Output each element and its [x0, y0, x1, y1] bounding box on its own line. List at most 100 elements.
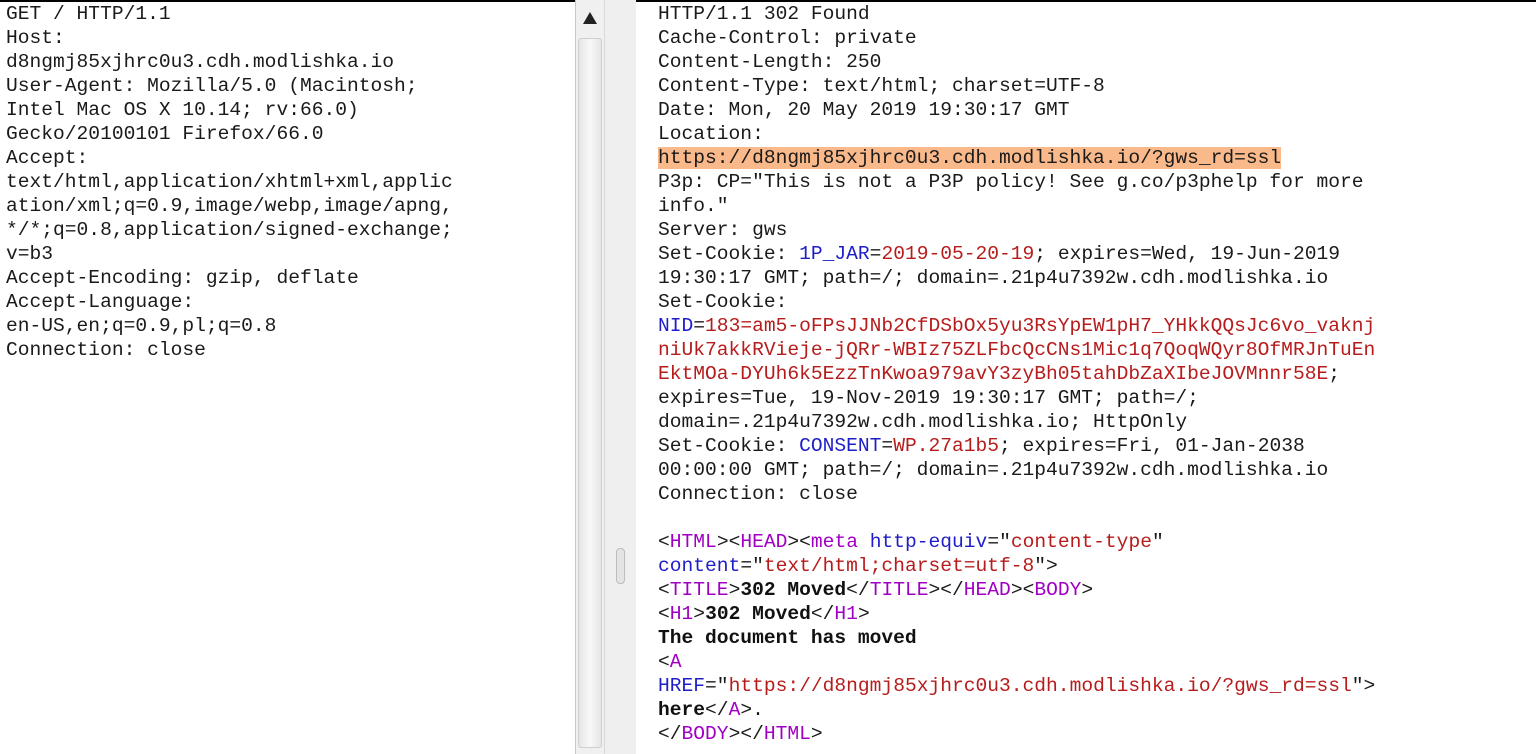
request-line: */*;q=0.8,application/signed-exchange;: [6, 219, 453, 241]
response-token: <: [658, 651, 670, 673]
response-token: </: [705, 699, 729, 721]
request-line: Accept:: [6, 147, 89, 169]
response-token: ; expires=Fri, 01-Jan-2038: [999, 435, 1305, 457]
response-token: text/html;charset=utf-8: [763, 555, 1035, 577]
response-token: H1: [834, 603, 858, 625]
request-line: v=b3: [6, 243, 54, 265]
response-token: HEAD: [740, 531, 788, 553]
response-line: HREF="https://d8ngmj85xjhrc0u3.cdh.modli…: [658, 675, 1375, 697]
response-token: expires=Tue, 19-Nov-2019 19:30:17 GMT; p…: [658, 387, 1199, 409]
response-line: </BODY></HTML>: [658, 723, 823, 745]
request-line: Accept-Encoding: gzip, deflate: [6, 267, 359, 289]
response-token: BODY: [681, 723, 729, 745]
response-line: <A: [658, 651, 682, 673]
response-token: domain=.21p4u7392w.cdh.modlishka.io; Htt…: [658, 411, 1188, 433]
response-line: 19:30:17 GMT; path=/; domain=.21p4u7392w…: [658, 267, 1328, 289]
response-token: NID: [658, 315, 694, 337]
response-line: Set-Cookie: 1P_JAR=2019-05-20-19; expire…: [658, 243, 1340, 265]
response-token: content-type: [1010, 531, 1152, 553]
response-token: >: [693, 603, 706, 625]
response-token: here: [658, 699, 706, 721]
request-line: User-Agent: Mozilla/5.0 (Macintosh;: [6, 75, 418, 97]
response-line: <HTML><HEAD><meta http-equiv="content-ty…: [658, 531, 1164, 553]
response-line: Content-Type: text/html; charset=UTF-8: [658, 75, 1105, 97]
response-token: A: [728, 699, 741, 721]
request-scrollbar[interactable]: [575, 0, 605, 754]
request-line: ation/xml;q=0.9,image/webp,image/apng,: [6, 195, 453, 217]
response-token: niUk7akkRVieje-jQRr-WBIz75ZLFbcQcCNs1Mic…: [658, 339, 1376, 361]
response-token: Set-Cookie:: [658, 291, 788, 313]
request-pane[interactable]: GET / HTTP/1.1 Host: d8ngmj85xjhrc0u3.cd…: [0, 0, 575, 754]
request-line: Host:: [6, 27, 65, 49]
response-line: <TITLE>302 Moved</TITLE></HEAD><BODY>: [658, 579, 1093, 601]
response-token: Connection: close: [658, 483, 858, 505]
request-line: en-US,en;q=0.9,pl;q=0.8: [6, 315, 277, 337]
response-token: 19:30:17 GMT; path=/; domain=.21p4u7392w…: [658, 267, 1329, 289]
response-token: Cache-Control: private: [658, 27, 917, 49]
response-token: 2019-05-20-19: [881, 243, 1035, 265]
response-token: Set-Cookie:: [658, 243, 800, 265]
response-line: https://d8ngmj85xjhrc0u3.cdh.modlishka.i…: [658, 147, 1282, 169]
response-token: HREF: [658, 675, 706, 697]
response-pane[interactable]: HTTP/1.1 302 Found Cache-Control: privat…: [636, 0, 1536, 754]
response-token: https://d8ngmj85xjhrc0u3.cdh.modlishka.i…: [728, 675, 1352, 697]
response-token: H1: [669, 603, 694, 625]
response-token: HTML: [763, 723, 811, 745]
response-line: Cache-Control: private: [658, 27, 917, 49]
request-text: GET / HTTP/1.1 Host: d8ngmj85xjhrc0u3.cd…: [0, 0, 575, 362]
request-line: Connection: close: [6, 339, 206, 361]
response-token: <: [658, 531, 670, 553]
response-token: 1P_JAR: [799, 243, 870, 265]
response-token: HTML: [669, 531, 717, 553]
response-line: Set-Cookie:: [658, 291, 787, 313]
response-text: HTTP/1.1 302 Found Cache-Control: privat…: [636, 2, 1536, 746]
response-line: Connection: close: [658, 483, 858, 505]
response-token: P3p: CP="This is not a P3P policy! See g…: [658, 171, 1364, 193]
response-line: niUk7akkRVieje-jQRr-WBIz75ZLFbcQcCNs1Mic…: [658, 339, 1375, 361]
response-line: content="text/html;charset=utf-8">: [658, 555, 1058, 577]
response-token: ">: [1351, 675, 1376, 697]
response-token: The document has moved: [658, 627, 917, 649]
response-token: HTTP/1.1 302 Found: [658, 3, 870, 25]
response-token: ></: [928, 579, 964, 601]
response-token: </: [810, 603, 835, 625]
response-token: Server: gws: [658, 219, 788, 241]
response-token: ></: [728, 723, 764, 745]
response-token: Date: Mon, 20 May 2019 19:30:17 GMT: [658, 99, 1070, 121]
response-token: ><: [787, 531, 811, 553]
response-token: <: [658, 603, 670, 625]
response-token: ><: [1010, 579, 1035, 601]
pane-divider[interactable]: [605, 0, 636, 754]
response-token: 183=am5-oFPsJJNb2CfDSbOx5yu3RsYpEW1pH7_Y…: [705, 315, 1376, 337]
response-line: EktMOa-DYUh6k5EzzTnKwoa979avY3zyBh05tahD…: [658, 363, 1340, 385]
response-token: =": [705, 675, 729, 697]
response-token: http-equiv: [869, 531, 988, 553]
scroll-up-button[interactable]: [580, 4, 600, 32]
response-token: [858, 531, 870, 553]
response-line: expires=Tue, 19-Nov-2019 19:30:17 GMT; p…: [658, 387, 1199, 409]
response-line: P3p: CP="This is not a P3P policy! See g…: [658, 171, 1364, 193]
response-token: info.": [658, 195, 729, 217]
response-token: ><: [716, 531, 741, 553]
response-token: content: [658, 555, 741, 577]
request-line: Intel Mac OS X 10.14; rv:66.0): [6, 99, 359, 121]
request-line: GET / HTTP/1.1: [6, 3, 171, 25]
response-line: <H1>302 Moved</H1>: [658, 603, 870, 625]
highlighted-location-url: https://d8ngmj85xjhrc0u3.cdh.modlishka.i…: [658, 147, 1282, 169]
response-token: WP.27a1b5: [893, 435, 1000, 457]
scroll-thumb[interactable]: [578, 38, 602, 748]
response-line: Location:: [658, 123, 764, 145]
response-token: ">: [1034, 555, 1058, 577]
response-token: >: [857, 603, 870, 625]
splitter-handle[interactable]: [616, 548, 625, 584]
response-token: =": [740, 555, 764, 577]
response-line: domain=.21p4u7392w.cdh.modlishka.io; Htt…: [658, 411, 1187, 433]
response-token: TITLE: [869, 579, 929, 601]
request-line: d8ngmj85xjhrc0u3.cdh.modlishka.io: [6, 51, 395, 73]
response-line: info.": [658, 195, 729, 217]
response-token: Content-Type: text/html; charset=UTF-8: [658, 75, 1105, 97]
response-token: ; expires=Wed, 19-Jun-2019: [1034, 243, 1341, 265]
response-line: Server: gws: [658, 219, 787, 241]
response-line: The document has moved: [658, 627, 917, 649]
response-token: Content-Length: 250: [658, 51, 882, 73]
